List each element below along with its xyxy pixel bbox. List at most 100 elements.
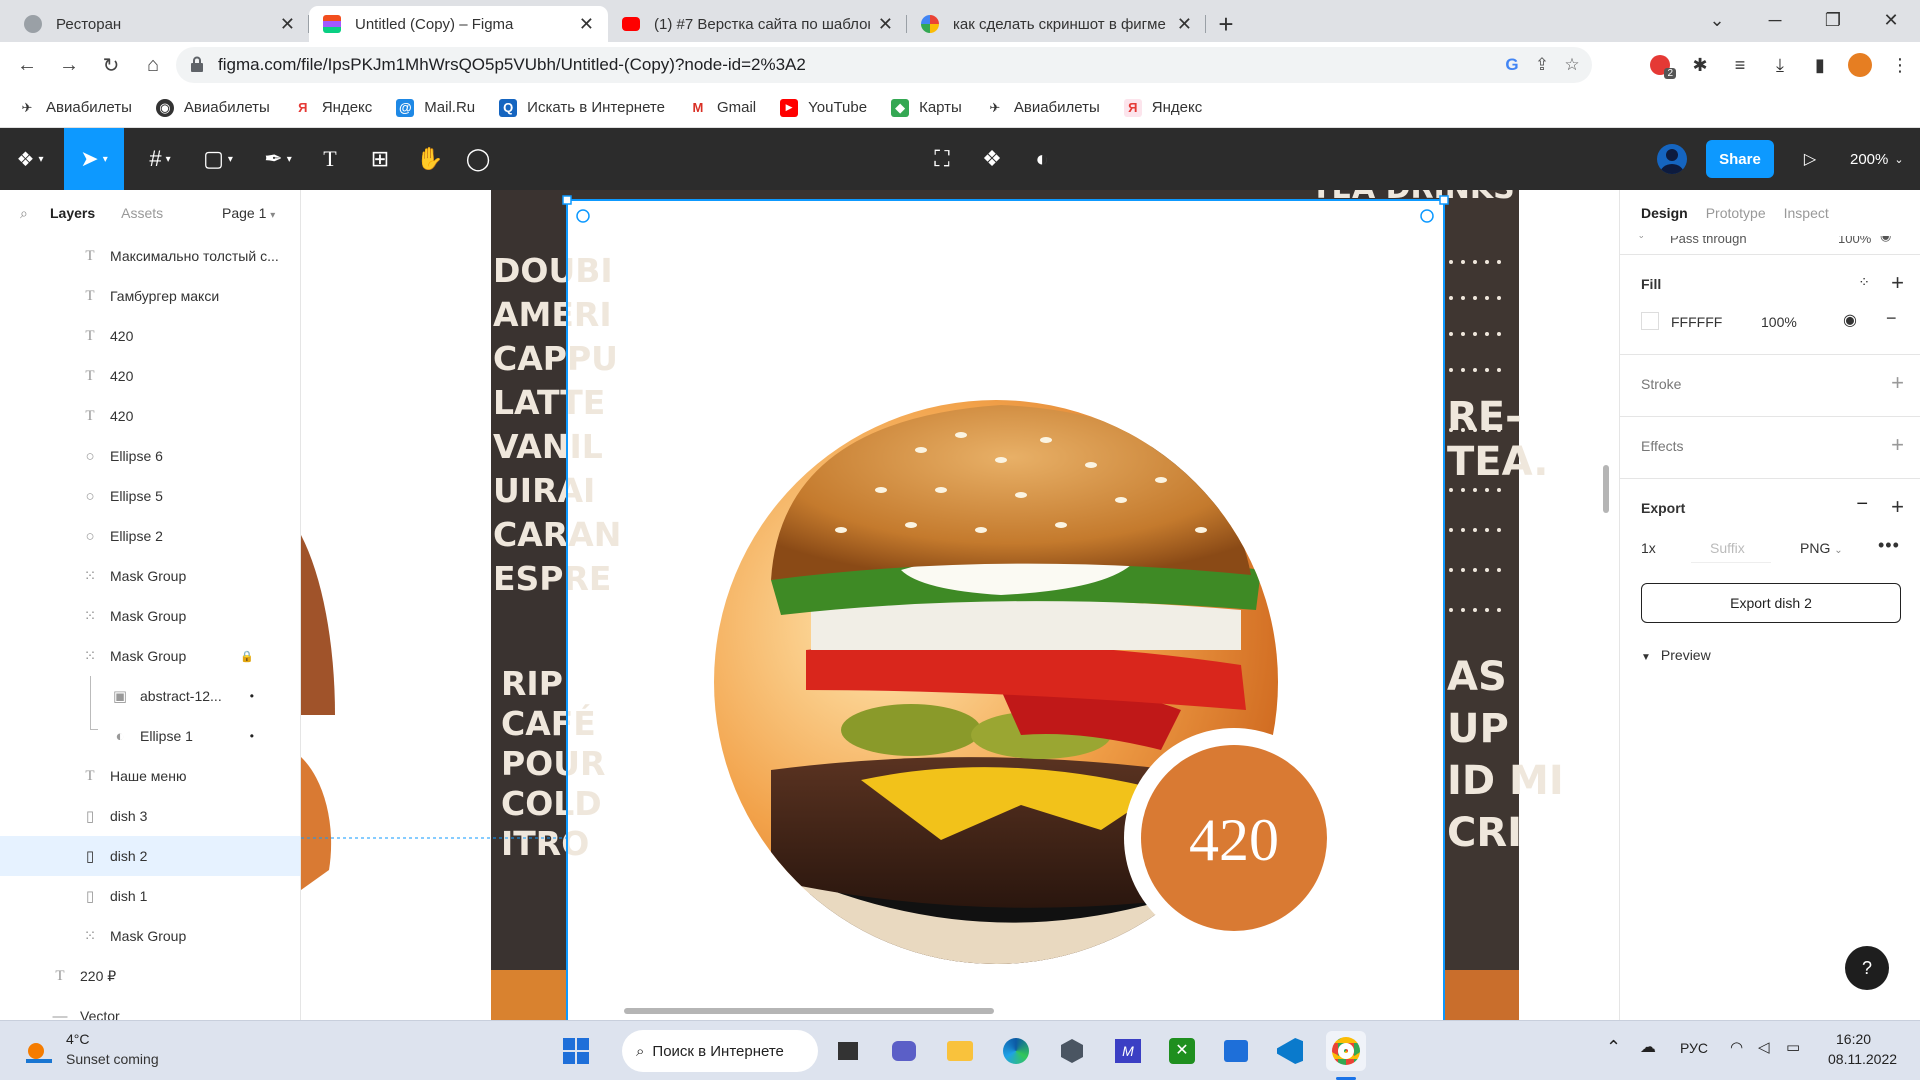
resources-button[interactable]: ⊞ [362,128,398,190]
fill-swatch[interactable] [1641,312,1659,330]
weather-icon[interactable] [22,1033,56,1067]
bookmark-maps[interactable]: ◆ Карты [891,98,962,117]
clock-time[interactable]: 16:20 [1836,1031,1871,1047]
wifi-icon[interactable]: ◠ [1730,1038,1743,1056]
layer-row[interactable]: ▯ dish 1 [0,876,300,916]
tab-youtube[interactable]: (1) #7 Верстка сайта по шаблон ✕ [608,6,907,42]
bookmark-star-icon[interactable]: ☆ [1560,53,1584,77]
browser-menu-icon[interactable]: ⋮ [1880,47,1920,83]
bookmark-search[interactable]: Q Искать в Интернете [499,98,665,117]
text-tool-button[interactable]: T [314,128,346,190]
tab-assets[interactable]: Assets [121,205,163,221]
layer-row[interactable]: T Гамбургер макси [0,276,300,316]
clock-date[interactable]: 08.11.2022 [1828,1051,1897,1067]
tab-layers[interactable]: Layers [50,205,95,221]
taskbar-search[interactable]: ⌕ Поиск в Интернете [622,1030,818,1072]
onedrive-icon[interactable]: ☁ [1640,1037,1656,1057]
task-view-icon[interactable] [828,1031,868,1071]
export-format-select[interactable]: PNG ⌄ [1800,540,1843,556]
layer-row[interactable]: ⁙ Mask Group [0,556,300,596]
media-control-icon[interactable]: ≡ [1720,47,1760,83]
layer-row[interactable]: T 420 [0,356,300,396]
bookmark-youtube[interactable]: ▶ YouTube [780,98,867,117]
lock-icon[interactable]: 🔒 [240,650,254,663]
layer-row[interactable]: T 220 ₽ [0,956,300,996]
layer-row[interactable]: T Наше меню [0,756,300,796]
bookmark-yandex-2[interactable]: Я Яндекс [1123,98,1202,117]
teams-chat-icon[interactable] [884,1031,924,1071]
layer-row[interactable]: ▯ dish 3 [0,796,300,836]
edge-icon[interactable] [996,1031,1036,1071]
new-tab-button[interactable]: + [1206,6,1246,42]
volume-icon[interactable]: ◁ [1758,1038,1770,1056]
figma-menu-button[interactable]: ❖ ▾ [8,128,52,190]
close-tab-icon[interactable]: ✕ [280,14,295,35]
user-avatar[interactable] [1657,144,1687,174]
battery-icon[interactable]: ▭ [1786,1038,1800,1056]
layer-row[interactable]: ○ Ellipse 6 [0,436,300,476]
reload-icon[interactable]: ↻ [96,50,126,80]
layer-row[interactable]: ⁙ Mask Group 🔒 [0,636,300,676]
hand-tool-button[interactable]: ✋ [412,128,448,190]
extensions-puzzle-icon[interactable]: ✱ [1680,47,1720,83]
add-effect-icon[interactable]: + [1891,432,1904,458]
address-bar[interactable]: figma.com/file/IpsPKJm1MhWrsQO5p5VUbh/Un… [176,47,1592,83]
start-button[interactable] [556,1031,596,1071]
tab-search-icon[interactable]: ⌄ [1688,0,1746,40]
file-explorer-icon[interactable] [940,1031,980,1071]
fill-opacity[interactable]: 100% [1761,314,1797,330]
remove-export-icon[interactable]: − [1856,493,1868,516]
chrome-icon[interactable] [1326,1031,1366,1071]
radius-handle[interactable] [1420,209,1434,223]
add-fill-icon[interactable]: + [1891,270,1904,296]
style-grid-icon[interactable]: ⁘ [1858,274,1870,291]
eye-icon[interactable]: ◉ [1843,310,1857,330]
close-tab-icon[interactable]: ✕ [1177,14,1192,35]
page-selector[interactable]: Page 1 ▾ [222,205,275,221]
zoom-dropdown[interactable]: 200% ⌄ [1850,128,1904,190]
language-indicator[interactable]: РУС [1680,1040,1708,1056]
pen-tool-button[interactable]: ✒ ▾ [256,128,300,190]
google-lens-icon[interactable]: G [1500,53,1524,77]
bookmark-aviabilety-1[interactable]: ✈ Авиабилеты [18,99,132,117]
home-icon[interactable]: ⌂ [138,50,168,80]
bookmark-mailru[interactable]: @ Mail.Ru [396,98,475,117]
present-button[interactable]: ▷ [1792,128,1828,190]
remove-fill-icon[interactable]: − [1886,308,1897,329]
resize-handle[interactable] [562,195,572,205]
comment-tool-button[interactable]: ◯ [460,128,496,190]
bookmark-aviabilety-3[interactable]: ✈ Авиабилеты [986,99,1099,117]
xbox-icon[interactable]: ✕ [1162,1031,1202,1071]
forward-icon[interactable]: → [54,50,84,80]
side-panel-icon[interactable]: ▮ [1800,47,1840,83]
export-scale[interactable]: 1x [1641,540,1656,556]
crop-transform-button[interactable]: ⛶ [924,128,960,190]
tab-google[interactable]: как сделать скриншот в фигме ✕ [907,6,1206,42]
bookmark-yandex-1[interactable]: Я Яндекс [294,99,372,117]
layer-row[interactable]: T Максимально толстый с... [0,236,300,276]
back-icon[interactable]: ← [12,50,42,80]
store-icon[interactable] [1216,1031,1256,1071]
tab-design[interactable]: Design [1641,205,1688,221]
bookmark-aviabilety-2[interactable]: ◉ Авиабилеты [155,98,270,117]
layer-row[interactable]: ○ Ellipse 5 [0,476,300,516]
share-page-icon[interactable]: ⇪ [1530,53,1554,77]
adblock-extension-icon[interactable]: 2 [1640,47,1680,83]
layer-row[interactable]: T 420 [0,316,300,356]
fill-hex[interactable]: FFFFFF [1671,314,1722,330]
resize-handle[interactable] [1439,195,1449,205]
tab-prototype[interactable]: Prototype [1706,205,1766,221]
bookmark-gmail[interactable]: M Gmail [689,99,757,117]
tab-restaurant[interactable]: Ресторан ✕ [10,6,309,42]
preview-toggle[interactable]: ▼ Preview [1641,647,1711,663]
download-icon[interactable]: ⤓ [1760,47,1800,83]
layer-row[interactable]: ◐ Ellipse 1 • [0,716,300,756]
layer-opacity[interactable]: 100% [1838,236,1871,246]
component-button[interactable]: ❖ [974,128,1010,190]
vertical-scrollbar[interactable] [1603,465,1609,513]
radius-handle[interactable] [576,209,590,223]
mask-button[interactable]: ◐ [1024,128,1060,190]
frame-tool-button[interactable]: # ▾ [138,128,182,190]
vscode-icon[interactable] [1270,1031,1310,1071]
minimize-button[interactable]: ─ [1746,0,1804,40]
